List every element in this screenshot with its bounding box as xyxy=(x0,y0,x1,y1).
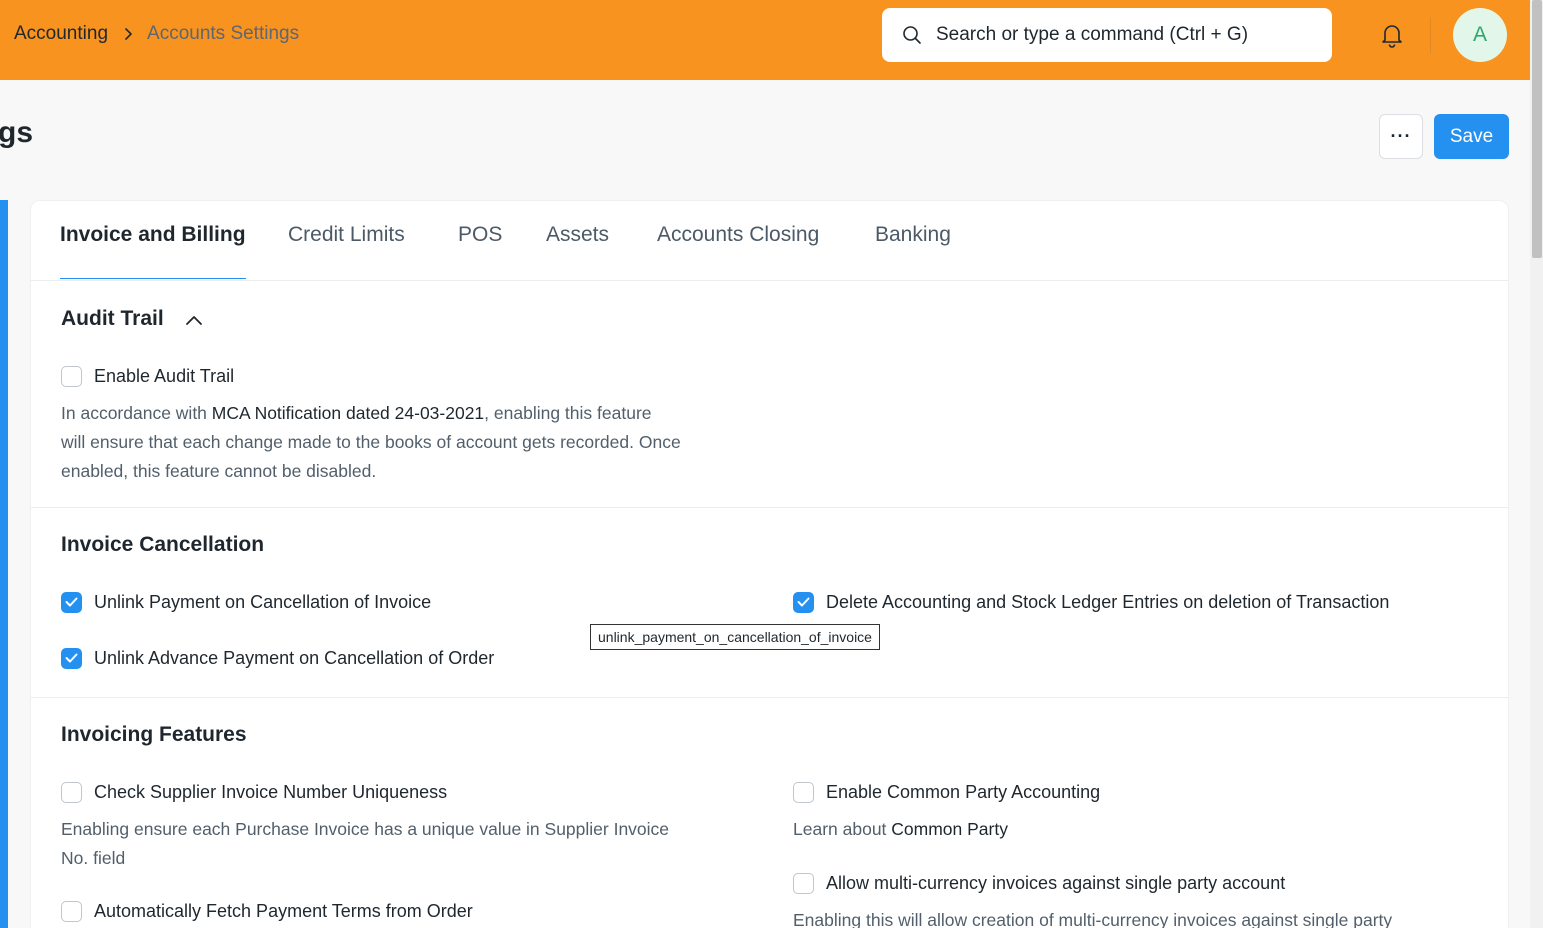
enable-audit-trail-label: Enable Audit Trail xyxy=(94,365,235,386)
multi-currency-description: Enabling this will allow creation of mul… xyxy=(793,906,1493,928)
checkmark-icon xyxy=(65,597,78,607)
supplier-uniqueness-description: Enabling ensure each Purchase Invoice ha… xyxy=(61,815,761,873)
multi-currency-desc-line1: Enabling this will allow creation of mul… xyxy=(793,910,1393,928)
delete-ledger-entries-checkbox[interactable] xyxy=(793,591,814,613)
sidebar-accent-bar xyxy=(0,200,8,928)
form-tabs: Invoice and Billing Credit Limits POS As… xyxy=(31,201,1508,281)
page-title: gs xyxy=(0,116,34,149)
audit-desc-line2: will ensure that each change made to the… xyxy=(61,432,681,452)
multi-currency-invoices-checkbox[interactable] xyxy=(793,872,814,894)
breadcrumb-accounting-link[interactable]: Accounting xyxy=(14,23,108,45)
tab-credit-limits[interactable]: Credit Limits xyxy=(288,223,405,279)
audit-trail-description: In accordance with MCA Notification date… xyxy=(61,399,761,486)
breadcrumb-accounts-settings-link[interactable]: Accounts Settings xyxy=(147,23,299,45)
section-title-invoicing-features: Invoicing Features xyxy=(61,723,247,746)
supplier-desc-line1: Enabling ensure each Purchase Invoice ha… xyxy=(61,819,670,839)
fetch-payment-terms-field: Automatically Fetch Payment Terms from O… xyxy=(61,899,473,923)
section-divider xyxy=(31,507,1508,508)
search-input[interactable] xyxy=(936,24,1316,46)
fetch-payment-terms-checkbox[interactable] xyxy=(61,900,82,922)
save-button[interactable]: Save xyxy=(1434,114,1509,159)
delete-ledger-entries-label: Delete Accounting and Stock Ledger Entri… xyxy=(826,591,1390,612)
supplier-invoice-uniqueness-checkbox[interactable] xyxy=(61,781,82,803)
common-party-desc-prefix: Learn about xyxy=(793,819,892,839)
delete-ledger-entries-field: Delete Accounting and Stock Ledger Entri… xyxy=(793,590,1389,614)
unlink-payment-checkbox[interactable] xyxy=(61,591,82,613)
chevron-up-icon[interactable] xyxy=(185,314,203,326)
supplier-desc-line2: No. field xyxy=(61,848,126,868)
supplier-invoice-uniqueness-label: Check Supplier Invoice Number Uniqueness xyxy=(94,781,448,802)
notification-bell-icon[interactable] xyxy=(1380,22,1404,48)
enable-audit-trail-field: Enable Audit Trail xyxy=(61,364,234,388)
section-divider xyxy=(31,697,1508,698)
common-party-accounting-label: Enable Common Party Accounting xyxy=(826,781,1101,802)
page-scrollbar-thumb[interactable] xyxy=(1532,0,1542,258)
unlink-advance-payment-label: Unlink Advance Payment on Cancellation o… xyxy=(94,647,495,668)
tab-banking[interactable]: Banking xyxy=(875,223,951,279)
common-party-description: Learn about Common Party xyxy=(793,815,1493,844)
chevron-right-icon xyxy=(124,27,133,41)
unlink-payment-label: Unlink Payment on Cancellation of Invoic… xyxy=(94,591,432,612)
audit-desc-suffix: , enabling this feature xyxy=(484,403,652,423)
unlink-advance-payment-checkbox[interactable] xyxy=(61,647,82,669)
audit-desc-prefix: In accordance with xyxy=(61,403,212,423)
breadcrumb: Accounting Accounts Settings xyxy=(14,22,299,46)
multi-currency-invoices-field: Allow multi-currency invoices against si… xyxy=(793,871,1285,895)
search-icon xyxy=(903,26,921,44)
multi-currency-invoices-label: Allow multi-currency invoices against si… xyxy=(826,872,1286,893)
tab-accounts-closing[interactable]: Accounts Closing xyxy=(657,223,819,279)
unlink-advance-payment-field: Unlink Advance Payment on Cancellation o… xyxy=(61,646,494,670)
audit-desc-line3: enabled, this feature cannot be disabled… xyxy=(61,461,377,481)
section-title-audit-trail: Audit Trail xyxy=(61,307,164,330)
section-title-invoice-cancellation: Invoice Cancellation xyxy=(61,533,265,556)
fetch-payment-terms-label: Automatically Fetch Payment Terms from O… xyxy=(94,900,473,921)
common-party-accounting-field: Enable Common Party Accounting xyxy=(793,780,1100,804)
navbar: Accounting Accounts Settings A xyxy=(0,0,1530,80)
tab-invoice-and-billing[interactable]: Invoice and Billing xyxy=(60,223,246,279)
settings-form-card: Invoice and Billing Credit Limits POS As… xyxy=(30,200,1509,928)
checkmark-icon xyxy=(797,597,810,607)
unlink-payment-field: Unlink Payment on Cancellation of Invoic… xyxy=(61,590,431,614)
tab-assets[interactable]: Assets xyxy=(546,223,609,279)
mca-notification-link[interactable]: MCA Notification dated 24-03-2021 xyxy=(212,403,484,423)
supplier-invoice-uniqueness-field: Check Supplier Invoice Number Uniqueness xyxy=(61,780,447,804)
user-avatar[interactable]: A xyxy=(1453,8,1507,62)
search-bar[interactable] xyxy=(882,8,1332,62)
checkmark-icon xyxy=(65,653,78,663)
field-name-tooltip: unlink_payment_on_cancellation_of_invoic… xyxy=(590,624,880,650)
enable-audit-trail-checkbox[interactable] xyxy=(61,365,82,387)
common-party-link[interactable]: Common Party xyxy=(891,819,1008,839)
more-actions-button[interactable]: ··· xyxy=(1379,114,1423,159)
navbar-divider xyxy=(1430,17,1431,53)
common-party-accounting-checkbox[interactable] xyxy=(793,781,814,803)
tab-pos[interactable]: POS xyxy=(458,223,502,279)
